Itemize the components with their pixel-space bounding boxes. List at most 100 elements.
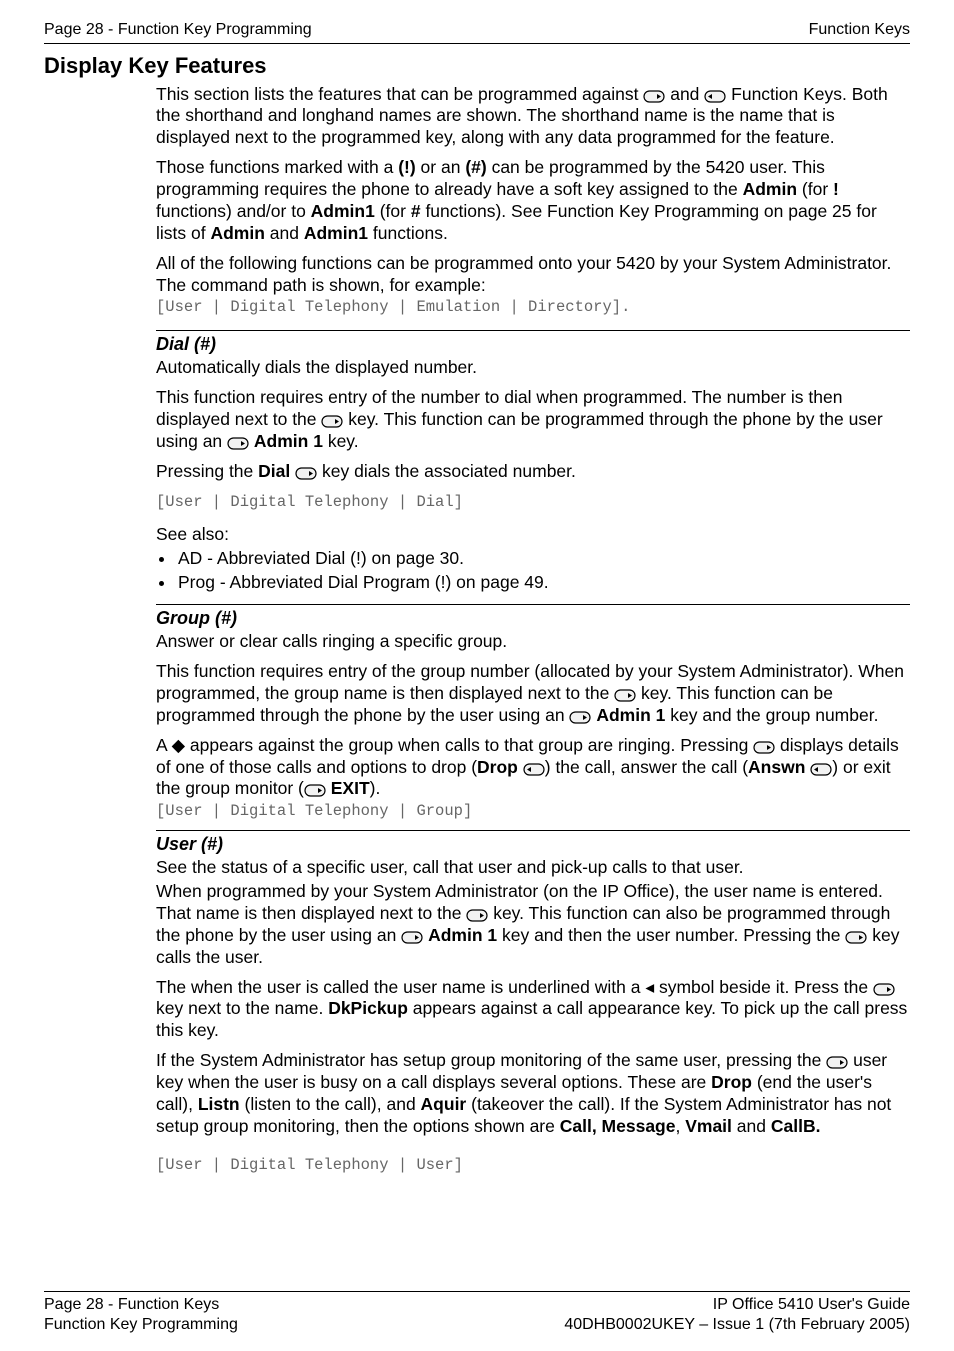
user-cmd: [User | Digital Telephony | User] [156, 1156, 910, 1175]
bold: CallB. [771, 1116, 821, 1136]
bullet-item: Prog - Abbreviated Dial Program (!) on p… [176, 572, 910, 594]
key-right-icon [753, 741, 775, 754]
user-p4: If the System Administrator has setup gr… [156, 1050, 910, 1138]
bold: Aquir [421, 1094, 467, 1114]
diamond-icon: ◆ [172, 735, 185, 755]
text: If the System Administrator has setup gr… [156, 1050, 826, 1070]
bold: ! [833, 179, 839, 199]
key-right-icon [401, 931, 423, 944]
footer-right-2: 40DHB0002UKEY – Issue 1 (7th February 20… [564, 1315, 910, 1335]
bold: Admin 1 [596, 705, 665, 725]
divider [156, 330, 910, 331]
bold: Admin1 [304, 223, 368, 243]
user-p1: See the status of a specific user, call … [156, 857, 910, 879]
user-heading: User (#) [156, 833, 910, 856]
text: A [156, 735, 172, 755]
footer-left-2: Function Key Programming [44, 1315, 238, 1335]
key-right-icon [643, 90, 665, 103]
text: Those functions marked with a [156, 157, 398, 177]
divider [156, 830, 910, 831]
header-right: Function Keys [809, 20, 910, 40]
key-right-icon [227, 437, 249, 450]
user-section: User (#) See the status of a specific us… [156, 830, 910, 1175]
key-right-icon [466, 909, 488, 922]
key-right-icon [614, 689, 636, 702]
text: (for [797, 179, 833, 199]
user-p2: When programmed by your System Administr… [156, 881, 910, 969]
bold: # [411, 201, 421, 221]
triangle-left-icon: ◂ [645, 977, 654, 997]
key-right-icon [845, 931, 867, 944]
text: (for [375, 201, 411, 221]
page-footer: Page 28 - Function Keys Function Key Pro… [44, 1291, 910, 1335]
intro-p3: All of the following functions can be pr… [156, 253, 910, 297]
key-right-icon [826, 1056, 848, 1069]
text: key. [323, 431, 359, 451]
text: and [665, 84, 704, 104]
bullet-item: AD - Abbreviated Dial (!) on page 30. [176, 548, 910, 570]
text: key and the group number. [665, 705, 878, 725]
group-p3: A ◆ appears against the group when calls… [156, 735, 910, 801]
group-cmd: [User | Digital Telephony | Group] [156, 802, 910, 821]
bold: EXIT [331, 778, 370, 798]
see-also: See also: [156, 524, 910, 546]
footer-right: IP Office 5410 User's Guide 40DHB0002UKE… [564, 1295, 910, 1335]
key-right-icon [304, 784, 326, 797]
key-right-icon [321, 415, 343, 428]
key-left-icon [523, 763, 545, 776]
text: ) the call, answer the call ( [545, 757, 748, 777]
text: key dials the associated number. [317, 461, 576, 481]
header-left: Page 28 - Function Key Programming [44, 20, 312, 40]
text: key next to the name. [156, 998, 328, 1018]
intro-p1: This section lists the features that can… [156, 84, 910, 150]
text: The when the user is called the user nam… [156, 977, 645, 997]
text: functions. [368, 223, 448, 243]
section-title: Display Key Features [44, 52, 910, 80]
key-right-icon [295, 467, 317, 480]
intro-p2: Those functions marked with a (!) or an … [156, 157, 910, 245]
bold: Drop [711, 1072, 752, 1092]
bold: Admin 1 [428, 925, 497, 945]
intro-block: This section lists the features that can… [156, 84, 910, 318]
bold: Admin 1 [254, 431, 323, 451]
text: , [675, 1116, 685, 1136]
footer-left-1: Page 28 - Function Keys [44, 1295, 238, 1315]
bold: DkPickup [328, 998, 408, 1018]
text: This section lists the features that can… [156, 84, 643, 104]
text: Pressing the [156, 461, 258, 481]
dial-section: Dial (#) Automatically dials the display… [156, 330, 910, 594]
bold: Admin [743, 179, 797, 199]
group-heading: Group (#) [156, 607, 910, 630]
text: ). [370, 778, 381, 798]
bold: Call, Message [560, 1116, 676, 1136]
text: and [732, 1116, 771, 1136]
key-left-icon [810, 763, 832, 776]
bold: (#) [465, 157, 486, 177]
text: symbol beside it. Press the [654, 977, 873, 997]
text: functions) and/or to [156, 201, 311, 221]
bold: Admin [210, 223, 264, 243]
user-p3: The when the user is called the user nam… [156, 977, 910, 1043]
group-p1: Answer or clear calls ringing a specific… [156, 631, 910, 653]
divider [156, 604, 910, 605]
dial-p2: This function requires entry of the numb… [156, 387, 910, 453]
key-left-icon [704, 90, 726, 103]
group-section: Group (#) Answer or clear calls ringing … [156, 604, 910, 822]
dial-heading: Dial (#) [156, 333, 910, 356]
key-right-icon [569, 711, 591, 724]
text: appears against the group when calls to … [185, 735, 753, 755]
bold: Answn [748, 757, 805, 777]
page-header: Page 28 - Function Key Programming Funct… [44, 20, 910, 44]
footer-right-1: IP Office 5410 User's Guide [564, 1295, 910, 1315]
dial-cmd: [User | Digital Telephony | Dial] [156, 493, 910, 512]
text: (listen to the call), and [240, 1094, 421, 1114]
key-right-icon [873, 983, 895, 996]
dial-p1: Automatically dials the displayed number… [156, 357, 910, 379]
text: or an [416, 157, 466, 177]
bold: Vmail [685, 1116, 732, 1136]
footer-left: Page 28 - Function Keys Function Key Pro… [44, 1295, 238, 1335]
dial-bullets: AD - Abbreviated Dial (!) on page 30. Pr… [156, 548, 910, 594]
bold: Admin1 [311, 201, 375, 221]
bold: Drop [477, 757, 518, 777]
intro-cmd: [User | Digital Telephony | Emulation | … [156, 298, 910, 317]
